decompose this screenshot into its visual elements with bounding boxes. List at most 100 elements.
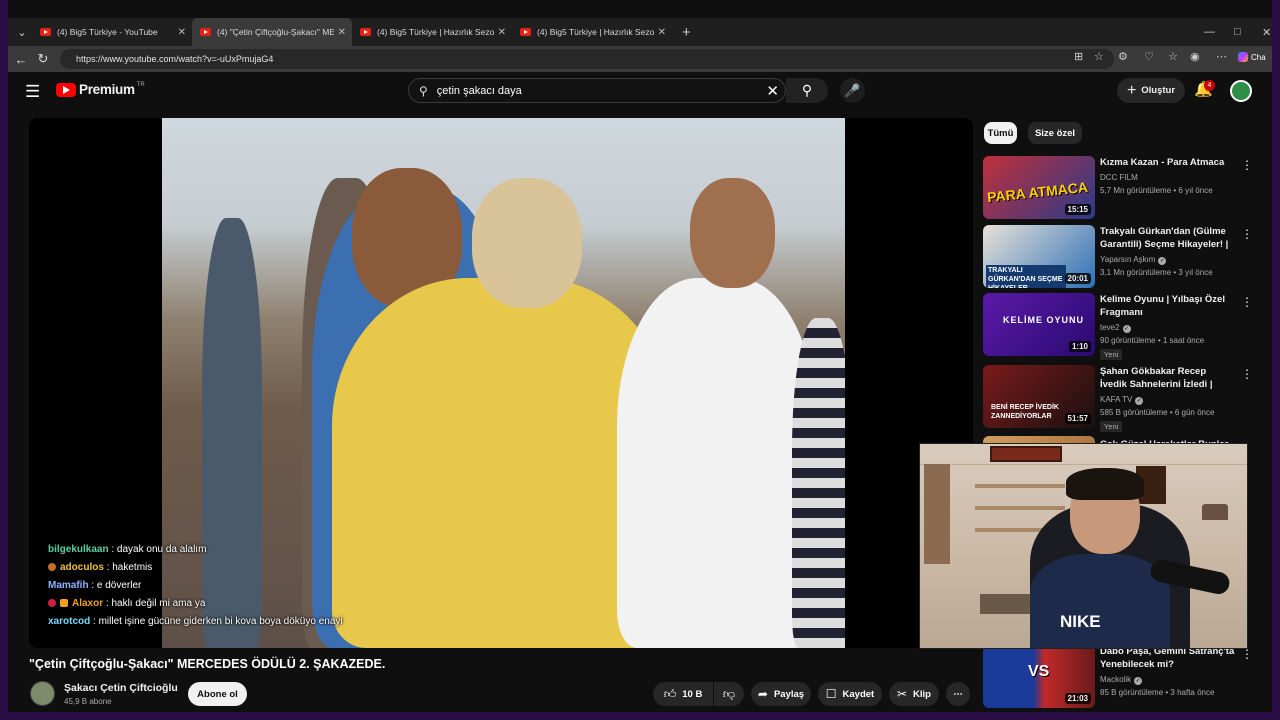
chat-message: xarotcod : millet işine gücüne giderken …: [48, 616, 343, 627]
close-tab-icon[interactable]: ✕: [178, 27, 186, 38]
desk: [980, 594, 1030, 614]
clip-button[interactable]: ✂ Klip: [889, 682, 939, 706]
stream-capture: ⌄ (4) Big5 Türkiye - YouTube ✕ (4) "Çetin…: [8, 0, 1272, 712]
youtube-header: ☰ Premium TR ⚲ çetin şakacı daya ✕ ⚲ 🎤 +…: [8, 72, 1272, 110]
back-icon[interactable]: ←: [10, 52, 32, 67]
subscriber-count: 45,9 B abone: [64, 697, 112, 706]
user-badge-icon: [48, 563, 56, 571]
video-title[interactable]: Trakyalı Gürkan'dan (Gülme Garantili) Se…: [1100, 225, 1235, 251]
more-vertical-icon[interactable]: ⋮: [1241, 367, 1253, 381]
recommended-video[interactable]: VS 21:03 Dabo Paşa, Gemini Satranç'ta Yen…: [983, 645, 1263, 709]
close-window-icon[interactable]: ✕: [1262, 18, 1271, 46]
share-button[interactable]: ➦ Paylaş: [751, 682, 811, 706]
recommended-video[interactable]: PARA ATMACA 15:15 Kızma Kazan - Para Atma…: [983, 156, 1263, 220]
recommended-video[interactable]: BENİ RECEP İVEDİK ZANNEDİYORLAR 51:57 Şah…: [983, 365, 1263, 432]
youtube-premium-logo[interactable]: Premium TR: [56, 82, 145, 97]
more-options-icon[interactable]: ⋯: [1216, 50, 1227, 63]
save-button[interactable]: ☐ Kaydet: [818, 682, 882, 706]
channel-name[interactable]: Yaparsın Aşkım ✓: [1100, 255, 1167, 265]
video-title[interactable]: Şahan Gökbakar Recep İvedik Sahnelerini …: [1100, 365, 1235, 391]
extension-icon[interactable]: ⚙: [1118, 50, 1128, 63]
video-thumbnail[interactable]: VS 21:03: [983, 645, 1095, 708]
minimize-icon[interactable]: —: [1204, 18, 1215, 46]
share-arrow-icon: ➦: [757, 687, 768, 701]
dislike-button[interactable]: 👎︎: [714, 682, 744, 706]
video-meta: 5,7 Mn görüntüleme • 6 yıl önce: [1100, 186, 1213, 195]
video-title: "Çetin Çiftçoğlu-Şakacı" MERCEDES ÖDÜLÜ …: [29, 657, 386, 671]
video-thumbnail[interactable]: TRAKYALI GÜRKAN'DAN SEÇME HİKAYELER20:01: [983, 225, 1095, 288]
copilot-button[interactable]: Cha: [1238, 52, 1266, 62]
channel-name[interactable]: Mackolik ✓: [1100, 675, 1143, 685]
close-tab-icon[interactable]: ✕: [658, 27, 666, 38]
create-button[interactable]: + Oluştur: [1117, 78, 1185, 103]
recommended-video[interactable]: TRAKYALI GÜRKAN'DAN SEÇME HİKAYELER20:01…: [983, 225, 1263, 289]
new-tab-icon[interactable]: +: [682, 24, 691, 41]
chat-message: adoculos : haketmis: [48, 559, 468, 577]
channel-name[interactable]: Şakacı Çetin Çiftcioğlu: [64, 682, 178, 694]
thumbs-down-icon: 👎︎: [722, 686, 736, 701]
more-vertical-icon[interactable]: ⋮: [1241, 227, 1253, 241]
duration-badge: 20:01: [1064, 273, 1091, 284]
hamburger-menu-icon[interactable]: ☰: [25, 82, 40, 102]
channel-name[interactable]: teve2 ✓: [1100, 323, 1131, 333]
streamer-webcam: NIKE: [919, 443, 1248, 649]
stream-chat-overlay: bilgekulkaan : dayak onu da alalım adocu…: [48, 541, 468, 631]
bookmark-icon: ☐: [825, 687, 837, 701]
browser-tab[interactable]: (4) Big5 Türkiye | Hazırlık Sezonu 1✕: [352, 18, 512, 46]
search-input[interactable]: çetin şakacı daya: [437, 85, 522, 97]
more-actions-button[interactable]: ⋯: [946, 682, 970, 706]
close-tab-icon[interactable]: ✕: [498, 27, 506, 38]
video-thumbnail[interactable]: KELİME OYUNU 1:10: [983, 293, 1095, 356]
search-icon: ⚲: [801, 82, 813, 98]
reload-icon[interactable]: ↻: [32, 51, 54, 67]
chip-all[interactable]: Tümü: [984, 122, 1017, 144]
browser-essentials-icon[interactable]: ♡: [1144, 50, 1154, 63]
like-button[interactable]: 👍︎ 10 B: [653, 682, 713, 706]
maximize-icon[interactable]: □: [1234, 18, 1241, 46]
search-icon: ⚲: [419, 83, 428, 98]
app-install-icon[interactable]: ⊞: [1074, 50, 1083, 63]
video-title[interactable]: Kızma Kazan - Para Atmaca: [1100, 156, 1235, 169]
youtube-favicon-icon: [40, 28, 51, 36]
more-vertical-icon[interactable]: ⋮: [1241, 647, 1253, 661]
chat-message: bilgekulkaan : dayak onu da alalım: [48, 544, 207, 555]
favorites-icon[interactable]: ☆: [1168, 50, 1178, 63]
search-box[interactable]: ⚲ çetin şakacı daya ✕: [408, 78, 786, 103]
duration-badge: 21:03: [1064, 693, 1091, 704]
wall-picture: [990, 446, 1062, 462]
clear-search-icon[interactable]: ✕: [766, 82, 779, 100]
browser-tab-active[interactable]: (4) "Çetin Çiftçoğlu-Şakacı" MERCEDES ÖD…: [192, 18, 352, 46]
browser-tab[interactable]: (4) Big5 Türkiye | Hazırlık Sezonu 1✕: [512, 18, 672, 46]
copilot-icon: [1238, 52, 1248, 62]
search-button[interactable]: ⚲: [786, 78, 828, 103]
video-thumbnail[interactable]: PARA ATMACA 15:15: [983, 156, 1095, 219]
profile-icon[interactable]: ◉: [1190, 50, 1200, 63]
account-avatar[interactable]: [1230, 80, 1252, 102]
browser-tab-strip: ⌄ (4) Big5 Türkiye - YouTube ✕ (4) "Çetin…: [8, 18, 1272, 46]
channel-name[interactable]: KAFA TV ✓: [1100, 395, 1144, 405]
tab-list-chevron-icon[interactable]: ⌄: [12, 22, 32, 42]
video-title[interactable]: Kelime Oyunu | Yılbaşı Özel Fragmanı: [1100, 293, 1235, 319]
more-vertical-icon[interactable]: ⋮: [1241, 295, 1253, 309]
close-tab-icon[interactable]: ✕: [338, 27, 346, 38]
man-white-shirt-face: [690, 178, 775, 288]
channel-avatar[interactable]: [30, 681, 55, 706]
verified-check-icon: ✓: [1158, 257, 1167, 265]
favorite-star-icon[interactable]: ☆: [1094, 50, 1104, 63]
address-bar[interactable]: https://www.youtube.com/watch?v=-uUxPmuj…: [60, 49, 1114, 69]
video-meta: 90 görüntüleme • 1 saat önce: [1100, 336, 1205, 345]
duration-badge: 51:57: [1064, 413, 1091, 424]
shelf-frames: [924, 464, 950, 564]
video-thumbnail[interactable]: BENİ RECEP İVEDİK ZANNEDİYORLAR 51:57: [983, 365, 1095, 428]
shelf: [975, 484, 1065, 488]
recommended-video[interactable]: KELİME OYUNU 1:10 Kelime Oyunu | Yılbaşı …: [983, 293, 1263, 360]
channel-name[interactable]: DCC FILM: [1100, 173, 1138, 182]
lamp-shade: [1202, 504, 1228, 520]
subscribe-button[interactable]: Abone ol: [188, 682, 247, 706]
video-meta: 85 B görüntüleme • 3 hafta önce: [1100, 688, 1215, 697]
browser-tab[interactable]: (4) Big5 Türkiye - YouTube ✕: [32, 18, 192, 46]
thumbs-up-icon: 👍︎: [663, 686, 677, 701]
chip-for-you[interactable]: Size özel: [1028, 122, 1082, 144]
more-vertical-icon[interactable]: ⋮: [1241, 158, 1253, 172]
voice-search-button[interactable]: 🎤: [840, 78, 865, 103]
